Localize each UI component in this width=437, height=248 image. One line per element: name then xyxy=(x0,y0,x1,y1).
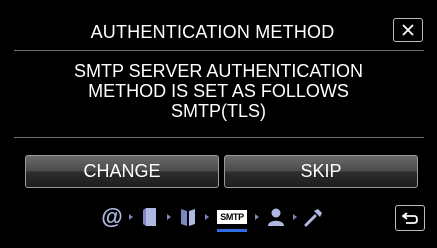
step-book-open xyxy=(176,205,200,229)
return-arrow-icon xyxy=(401,212,418,224)
step-user xyxy=(264,205,288,229)
skip-button[interactable]: SKIP xyxy=(224,155,418,188)
step-arrow-icon xyxy=(124,213,138,221)
close-button[interactable] xyxy=(393,18,423,42)
middle-divider xyxy=(14,137,424,138)
change-button[interactable]: CHANGE xyxy=(25,155,219,188)
step-arrow-icon xyxy=(288,213,302,221)
page-title: AUTHENTICATION METHOD xyxy=(90,22,335,42)
message-line-1: SMTP SERVER AUTHENTICATION xyxy=(73,61,364,81)
message-line-2: METHOD IS SET AS FOLLOWS xyxy=(88,81,349,101)
step-smtp: SMTP xyxy=(214,200,250,234)
info-message: SMTP SERVER AUTHENTICATION METHOD IS SET… xyxy=(20,61,417,121)
at-sign-icon: @ xyxy=(101,204,123,229)
step-email: @ xyxy=(100,205,124,229)
smtp-icon: SMTP xyxy=(217,210,247,224)
top-divider xyxy=(14,50,424,51)
book-open-icon xyxy=(181,209,195,226)
person-icon xyxy=(268,208,284,226)
wrench-icon xyxy=(304,209,322,227)
message-line-3: SMTP(TLS) xyxy=(170,101,266,121)
step-settings xyxy=(302,205,326,229)
back-button[interactable] xyxy=(395,205,425,231)
setup-progress-steps: @ SMTP xyxy=(100,200,360,234)
step-book xyxy=(138,205,162,229)
step-arrow-icon xyxy=(200,213,214,221)
active-step-indicator xyxy=(217,229,247,232)
step-arrow-icon xyxy=(162,213,176,221)
book-closed-icon xyxy=(143,208,156,226)
step-arrow-icon xyxy=(250,213,264,221)
close-icon xyxy=(402,24,414,36)
